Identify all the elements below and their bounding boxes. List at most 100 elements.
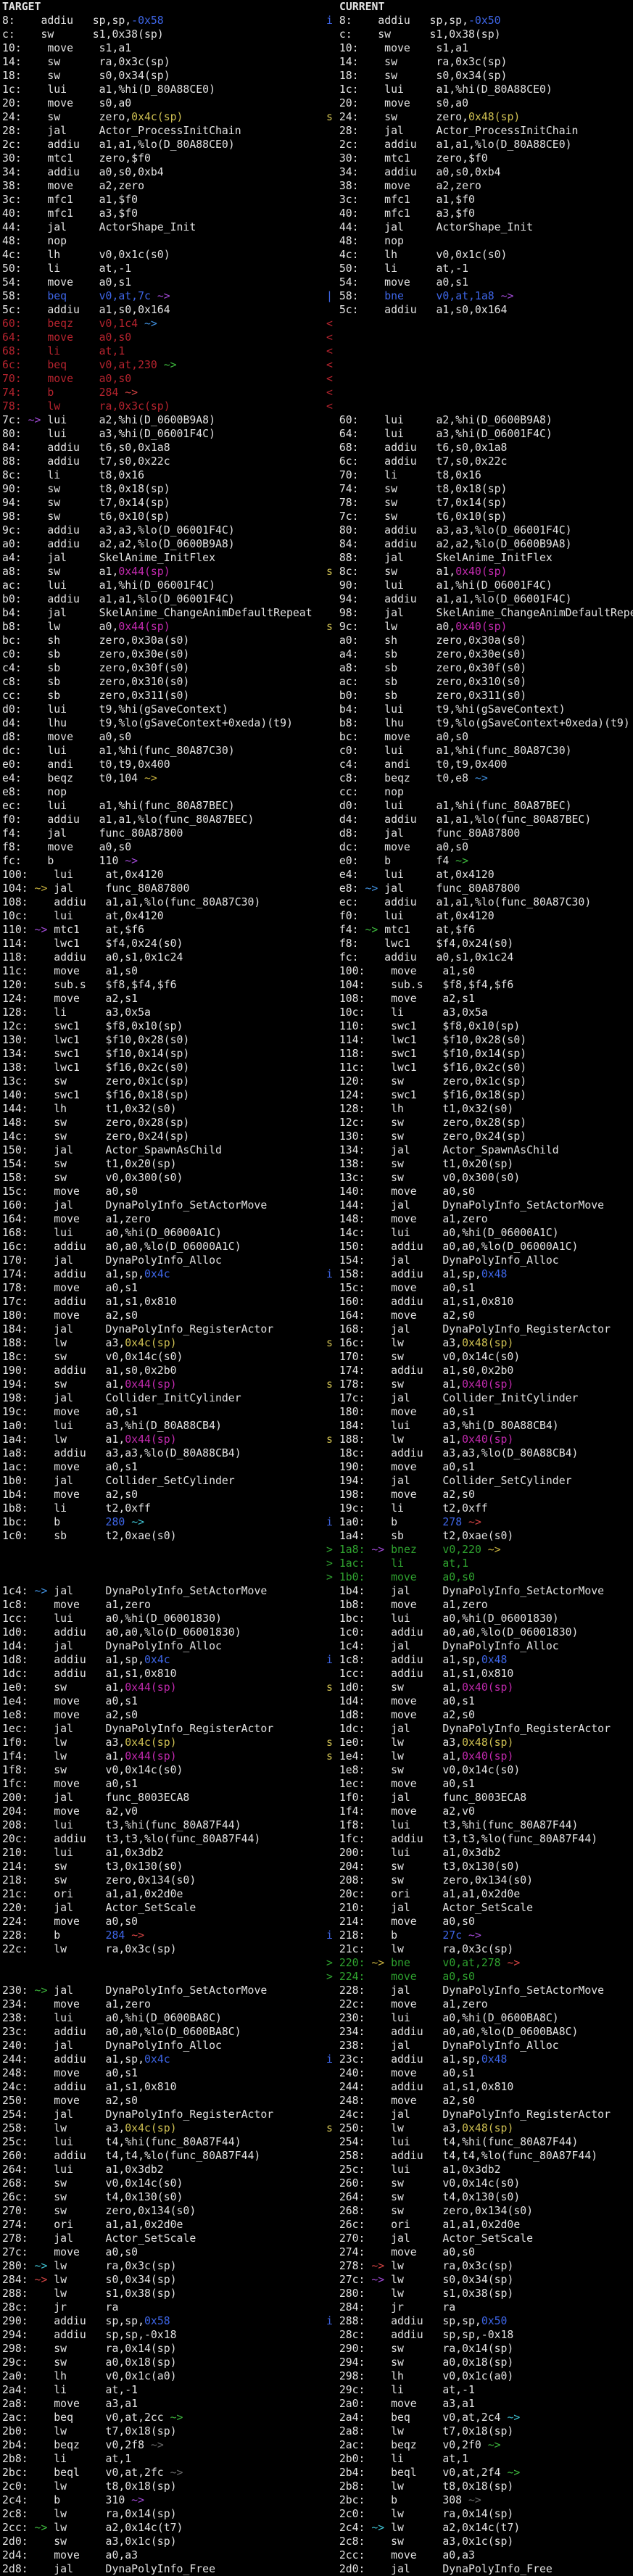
- asm-token-AB: ~>: [144, 318, 157, 330]
- asm-token: 250: lw a3,: [333, 2122, 462, 2134]
- asm-line: > 224: move a0,s0: [326, 1970, 633, 1984]
- asm-line: 94: sw t7,0x14(sp): [2, 496, 324, 510]
- asm-token: 178: sw a1,: [333, 1378, 462, 1391]
- asm-line: bc: move a0,s0: [326, 730, 633, 744]
- target-column: 8: addiu sp,sp,-0x58c: sw s1,0x38(sp)10:…: [2, 14, 324, 2576]
- asm-token: 2a0: lh v0,0x1c(a0): [2, 2370, 177, 2382]
- asm-line: f8: move a0,s0: [2, 840, 324, 854]
- asm-token: 18c: sw v0,0x14c(s0): [2, 1351, 183, 1363]
- asm-token-Y: 0x48(sp): [468, 111, 520, 123]
- asm-token: 228: b: [2, 1929, 106, 1942]
- asm-token: 254: lui t4,%hi(func_80A87F44): [326, 2136, 578, 2148]
- asm-token: 248: move a0,s1: [2, 2067, 138, 2079]
- asm-token-R: 78: lw ra,0x3c(sp): [2, 400, 170, 413]
- asm-token: 1cc: addiu a1,s1,0x810: [326, 1668, 513, 1680]
- asm-token-B: -0x58: [131, 15, 164, 27]
- asm-line: 3c: mfc1 a1,$f0: [326, 193, 633, 207]
- asm-token: 20: move s0,a0: [326, 97, 468, 109]
- asm-token: 210: jal Actor_SetScale: [326, 1902, 533, 1914]
- asm-token: cc: nop: [326, 786, 404, 798]
- asm-line: 17c: addiu a1,s1,0x810: [2, 1295, 324, 1309]
- asm-token: 40: mfc1 a3,$f0: [2, 207, 138, 220]
- asm-line: 168: lui a0,%hi(D_06000A1C): [2, 1226, 324, 1240]
- asm-line: 130: lwc1 $f10,0x28(s0): [2, 1033, 324, 1047]
- asm-line: 234: move a1,zero: [2, 1997, 324, 2011]
- asm-token: a0: addiu a2,a2,%lo(D_0600B9A8): [2, 538, 235, 550]
- asm-token: 13c: sw zero,0x1c(sp): [2, 1075, 189, 1088]
- asm-line: 128: lh t1,0x32(s0): [326, 1102, 633, 1116]
- asm-line: 34: addiu a0,s0,0xb4: [326, 165, 633, 179]
- asm-line: 114: lwc1 $f10,0x28(s0): [326, 1033, 633, 1047]
- asm-line: 1b4: move a2,s0: [2, 1488, 324, 1502]
- asm-token: 20c: addiu t3,t3,%lo(func_80A87F44): [2, 1833, 260, 1845]
- asm-token-Y: 0x4c(sp): [125, 2122, 176, 2134]
- asm-token: 24: sw zero,: [333, 111, 468, 123]
- asm-line: 190: addiu a1,s0,0x2b0: [2, 1364, 324, 1378]
- asm-token: d8: move a0,s0: [2, 731, 131, 743]
- asm-line: 260: addiu t4,t4,%lo(func_80A87F44): [2, 2149, 324, 2163]
- asm-token-AM: ~>: [131, 2494, 144, 2506]
- asm-line: 22c: lw ra,0x3c(sp): [2, 1942, 324, 1956]
- asm-line: 1e8: sw v0,0x14c(s0): [326, 1763, 633, 1777]
- asm-token: bc: sh zero,0x30a(s0): [2, 634, 189, 647]
- asm-token: f8: move a0,s0: [2, 841, 131, 853]
- asm-line: 20c: addiu t3,t3,%lo(func_80A87F44): [2, 1832, 324, 1846]
- asm-token-Y: s: [326, 621, 333, 633]
- asm-line: 238: lui a0,%hi(D_0600BA8C): [2, 2011, 324, 2025]
- asm-token: dc: move a0,s0: [326, 841, 468, 853]
- asm-token: 144: lh t1,0x32(s0): [2, 1103, 177, 1115]
- asm-token: 1c8: move a1,zero: [2, 1599, 151, 1611]
- asm-token: 124: swc1 $f16,0x18(sp): [326, 1089, 526, 1101]
- asm-token-M: 0x40(sp): [462, 1750, 513, 1763]
- asm-line: 100: move a1,s0: [326, 964, 633, 978]
- asm-line: 18: sw s0,0x34(sp): [2, 69, 324, 83]
- asm-token: 1e4: lw a1,: [333, 1750, 462, 1763]
- asm-line: 184: lui a3,%hi(D_80A88CB4): [326, 1419, 633, 1433]
- asm-token: [125, 1516, 131, 1528]
- asm-token: 178: move a0,s1: [2, 1282, 138, 1294]
- asm-line: 274: move a0,s0: [326, 2245, 633, 2259]
- asm-token: 2a4: beq v0,at,2c4: [326, 2411, 507, 2424]
- asm-line: 1d0: addiu a0,a0,%lo(D_06001830): [2, 1625, 324, 1639]
- asm-token: 294: sw a0,0x18(sp): [326, 2356, 513, 2369]
- asm-token: 1e4: move a0,s1: [2, 1695, 138, 1707]
- asm-token-B: 27c: [442, 1929, 462, 1942]
- asm-token: 1e0: lw a3,: [333, 1736, 462, 1749]
- asm-line: 248: move a2,s0: [326, 2094, 633, 2108]
- asm-line: 30: mtc1 zero,$f0: [2, 152, 324, 165]
- asm-token: 190: move a0,s1: [326, 1461, 475, 1473]
- asm-token: 2b4: beqz v0,2f8: [2, 2439, 151, 2451]
- asm-line: c: sw s1,0x38(sp): [326, 28, 633, 41]
- asm-line: 19c: move a0,s1: [2, 1405, 324, 1419]
- asm-token: 1ac: move a0,s1: [2, 1461, 138, 1473]
- asm-token: 184: lui a3,%hi(D_80A88CB4): [326, 1420, 559, 1432]
- asm-line: a0: sh zero,0x30a(s0): [326, 634, 633, 647]
- asm-token: 2a8: move a3,a1: [2, 2398, 138, 2410]
- asm-token: 248: move a2,s0: [326, 2095, 475, 2107]
- asm-token: 18: sw s0,0x34(sp): [326, 70, 507, 82]
- asm-line: 290: sw ra,0x14(sp): [326, 2342, 633, 2356]
- asm-token-C: ~>: [131, 1516, 144, 1528]
- asm-line: <: [326, 358, 633, 372]
- asm-line: f4: jal func_80A87800: [2, 827, 324, 840]
- asm-token: 1dc: jal DynaPolyInfo_RegisterActor: [326, 1723, 611, 1735]
- asm-line: 124: swc1 $f16,0x18(sp): [326, 1088, 633, 1102]
- asm-line: 198: jal Collider_InitCylinder: [2, 1391, 324, 1405]
- asm-token: jal func_80A87800: [378, 882, 520, 895]
- asm-token: 44: jal ActorShape_Init: [326, 221, 533, 233]
- asm-token-AM: ~>: [28, 414, 41, 426]
- asm-line: c4: andi t0,t9,0x400: [326, 758, 633, 771]
- asm-token: c8: beqz t0,e8: [326, 772, 475, 784]
- asm-line: 270: sw zero,0x134(s0): [2, 2204, 324, 2218]
- asm-line: 90: sw t8,0x18(sp): [2, 482, 324, 496]
- asm-line: 188: lw a3,0x4c(sp): [2, 1336, 324, 1350]
- asm-line: c8: beqz t0,e8 ~>: [326, 771, 633, 785]
- asm-token: 4c: lh v0,0x1c(s0): [2, 249, 170, 261]
- asm-token: 158: sw v0,0x300(s0): [2, 1172, 183, 1184]
- asm-token: 9c: lw a0,: [333, 621, 455, 633]
- asm-token: 128: lh t1,0x32(s0): [326, 1103, 513, 1115]
- asm-token: 28c: addiu sp,sp,-0x18: [326, 2329, 513, 2341]
- asm-line: 1ec: jal DynaPolyInfo_RegisterActor: [2, 1722, 324, 1736]
- asm-token: 5c: addiu a1,s0,0x164: [326, 304, 507, 316]
- asm-token: 22c: move a1,zero: [326, 1998, 488, 2010]
